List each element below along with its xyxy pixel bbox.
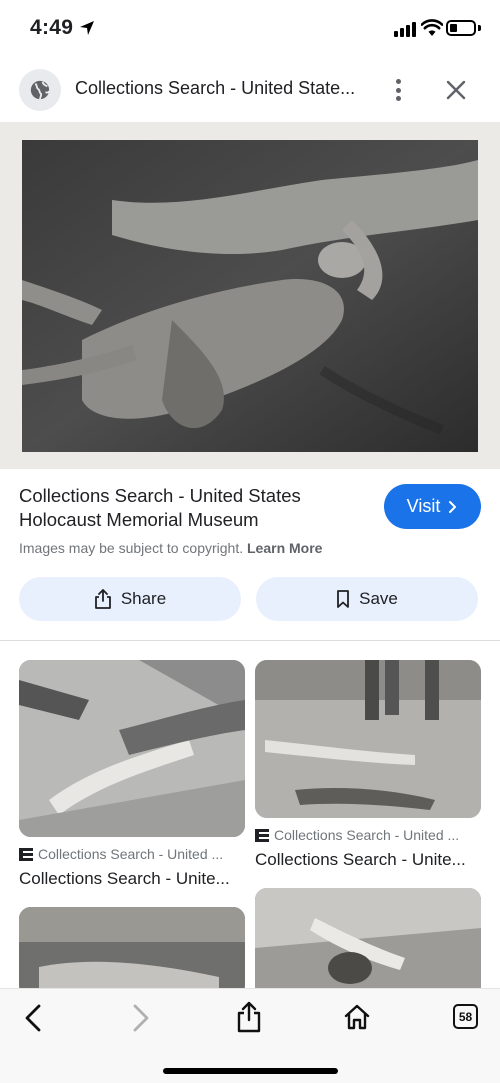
- page-title: Collections Search - United State...: [75, 78, 356, 98]
- related-image-1[interactable]: [19, 660, 245, 837]
- visit-label: Visit: [406, 496, 441, 516]
- share-button[interactable]: Share: [19, 577, 241, 621]
- top-bar: Collections Search - United State...: [0, 60, 500, 120]
- battery-nub: [478, 25, 481, 31]
- status-time: 4:49: [30, 16, 74, 39]
- site-logo-icon: [19, 847, 33, 861]
- share-icon[interactable]: [234, 1001, 264, 1033]
- related-source-text: Collections Search - United ...: [38, 846, 224, 862]
- related-source-1: Collections Search - United ...: [19, 846, 223, 862]
- related-title-1[interactable]: Collections Search - Unite...: [19, 869, 230, 889]
- close-icon[interactable]: [444, 78, 468, 102]
- bookmark-icon: [337, 590, 350, 608]
- more-vert-icon[interactable]: [388, 76, 408, 104]
- forward-icon[interactable]: [128, 1003, 154, 1033]
- copyright-text: Images may be subject to copyright.: [19, 540, 244, 556]
- bottom-toolbar: 58: [0, 988, 500, 1083]
- save-label: Save: [359, 589, 398, 608]
- chevron-right-icon: [449, 500, 457, 513]
- back-icon[interactable]: [20, 1003, 46, 1033]
- save-button[interactable]: Save: [256, 577, 478, 621]
- battery-icon: [446, 20, 476, 36]
- site-favicon: [19, 69, 61, 111]
- site-logo-icon: [255, 828, 269, 842]
- location-arrow-icon: [80, 21, 94, 35]
- tabs-icon[interactable]: 58: [453, 1004, 478, 1029]
- visit-button[interactable]: Visit: [384, 484, 481, 529]
- related-source-2: Collections Search - United ...: [255, 827, 459, 843]
- wifi-icon: [421, 19, 443, 36]
- related-image-4[interactable]: [255, 888, 481, 998]
- copyright-notice: Images may be subject to copyright. Lear…: [19, 540, 322, 556]
- divider: [0, 640, 500, 641]
- share-icon: [94, 589, 111, 609]
- cellular-signal-icon: [394, 22, 416, 37]
- learn-more-link[interactable]: Learn More: [247, 540, 322, 556]
- home-icon[interactable]: [343, 1003, 371, 1031]
- status-bar: 4:49: [0, 0, 500, 58]
- related-image-3[interactable]: [19, 907, 245, 997]
- related-source-text: Collections Search - United ...: [274, 827, 460, 843]
- related-title-2[interactable]: Collections Search - Unite...: [255, 850, 466, 870]
- hero-image-frame[interactable]: [0, 122, 500, 469]
- home-indicator: [163, 1068, 338, 1074]
- hero-image[interactable]: [22, 140, 478, 452]
- globe-icon: [30, 80, 51, 100]
- result-title[interactable]: Collections Search - United States Holoc…: [19, 484, 364, 532]
- share-label: Share: [120, 589, 167, 608]
- related-image-2[interactable]: [255, 660, 481, 818]
